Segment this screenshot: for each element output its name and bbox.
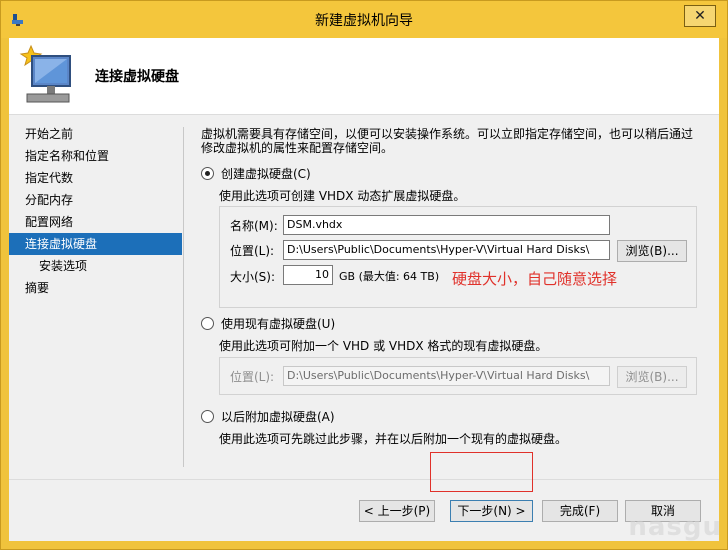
title-bar: 新建虚拟机向导 ✕ (1, 1, 727, 38)
content-panel: 虚拟机需要具有存储空间，以便可以安装操作系统。可以立即指定存储空间，也可以稍后通… (201, 127, 701, 446)
name-label: 名称(M): (230, 219, 278, 233)
existing-disk-radio[interactable] (201, 316, 214, 330)
wizard-header: 连接虚拟硬盘 (9, 38, 719, 115)
disk-name-input[interactable]: DSM.vhdx (283, 215, 610, 235)
close-icon: ✕ (694, 8, 706, 24)
existing-disk-group: 位置(L): D:\Users\Public\Documents\Hyper-V… (219, 357, 697, 395)
size-unit-label: GB (最大值: 64 TB) (339, 270, 440, 283)
disk-location-input[interactable]: D:\Users\Public\Documents\Hyper-V\Virtua… (283, 240, 610, 260)
next-button[interactable]: 下一步(N) > (450, 500, 533, 522)
nav-item-name-location[interactable]: 指定名称和位置 (9, 145, 185, 167)
attach-later-radio[interactable] (201, 409, 214, 423)
create-disk-group: 名称(M): DSM.vhdx 位置(L): D:\Users\Public\D… (219, 206, 697, 308)
disk-size-input[interactable]: 10 (283, 265, 333, 285)
existing-location-input[interactable]: D:\Users\Public\Documents\Hyper-V\Virtua… (283, 366, 610, 386)
wizard-client: 连接虚拟硬盘 开始之前 指定名称和位置 指定代数 分配内存 配置网络 连接虚拟硬… (9, 38, 719, 541)
existing-browse-button[interactable]: 浏览(B)... (617, 366, 687, 388)
attach-later-label: 以后附加虚拟硬盘(A) (221, 409, 335, 424)
next-button-highlight (430, 452, 533, 492)
nav-divider (183, 127, 184, 467)
wizard-window: 新建虚拟机向导 ✕ 连接虚拟硬盘 开始之前 指定名称和位置 指定代数 分配内存 (0, 0, 728, 550)
nav-item-network[interactable]: 配置网络 (9, 211, 185, 233)
wizard-body: 开始之前 指定名称和位置 指定代数 分配内存 配置网络 连接虚拟硬盘 安装选项 … (9, 115, 719, 541)
size-label: 大小(S): (230, 270, 276, 284)
browse-button[interactable]: 浏览(B)... (617, 240, 687, 262)
create-disk-desc: 使用此选项可创建 VHDX 动态扩展虚拟硬盘。 (219, 189, 466, 203)
previous-button[interactable]: < 上一步(P) (359, 500, 435, 522)
create-disk-option[interactable]: 创建虚拟硬盘(C) (201, 165, 311, 181)
footer-divider (9, 479, 719, 480)
close-button[interactable]: ✕ (684, 5, 716, 27)
nav-item-summary[interactable]: 摘要 (9, 277, 185, 299)
location-label: 位置(L): (230, 244, 275, 258)
page-title: 连接虚拟硬盘 (95, 69, 179, 85)
nav-item-virtual-disk[interactable]: 连接虚拟硬盘 (9, 233, 182, 255)
window-title: 新建虚拟机向导 (315, 13, 413, 29)
wizard-nav: 开始之前 指定名称和位置 指定代数 分配内存 配置网络 连接虚拟硬盘 安装选项 … (9, 123, 185, 299)
new-vm-icon (19, 44, 71, 103)
nav-item-before-you-begin[interactable]: 开始之前 (9, 123, 185, 145)
nav-item-memory[interactable]: 分配内存 (9, 189, 185, 211)
existing-disk-option[interactable]: 使用现有虚拟硬盘(U) (201, 315, 335, 331)
watermark: nasgu (628, 512, 722, 542)
create-disk-label: 创建虚拟硬盘(C) (221, 166, 311, 181)
finish-button[interactable]: 完成(F) (542, 500, 618, 522)
existing-location-label: 位置(L): (230, 370, 275, 384)
size-annotation: 硬盘大小，自己随意选择 (452, 270, 618, 288)
create-disk-radio[interactable] (201, 166, 214, 180)
nav-item-generation[interactable]: 指定代数 (9, 167, 185, 189)
nav-item-install-options[interactable]: 安装选项 (9, 255, 185, 277)
existing-disk-desc: 使用此选项可附加一个 VHD 或 VHDX 格式的现有虚拟硬盘。 (219, 339, 548, 353)
attach-later-option[interactable]: 以后附加虚拟硬盘(A) (201, 408, 335, 424)
existing-disk-label: 使用现有虚拟硬盘(U) (221, 316, 336, 331)
attach-later-desc: 使用此选项可先跳过此步骤，并在以后附加一个现有的虚拟硬盘。 (219, 432, 568, 446)
intro-text: 虚拟机需要具有存储空间，以便可以安装操作系统。可以立即指定存储空间，也可以稍后通… (201, 127, 694, 155)
